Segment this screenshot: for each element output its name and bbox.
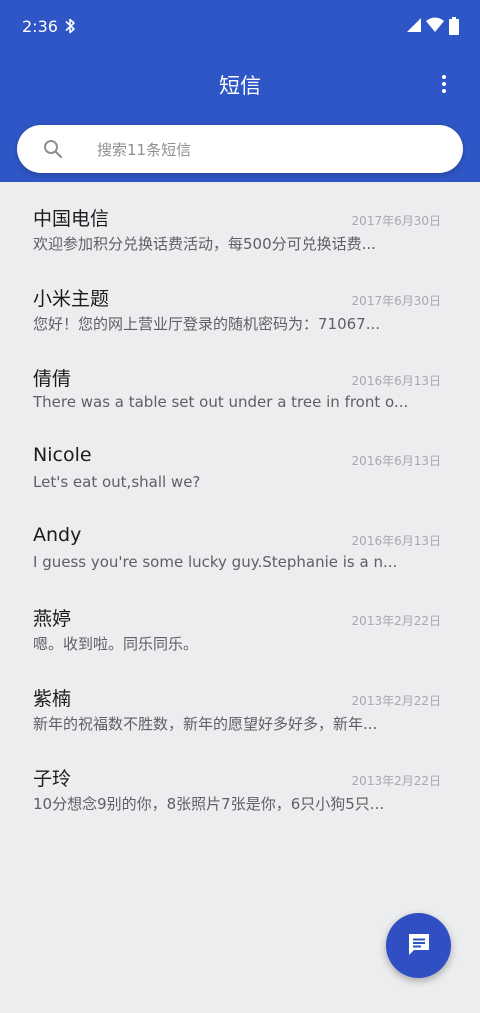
battery-icon: [449, 17, 459, 35]
contact-name: 紫楠: [33, 688, 72, 710]
message-date: 2016年6月13日: [351, 454, 441, 468]
message-date: 2013年2月22日: [351, 774, 441, 788]
message-preview: 您好！您的网上营业厅登录的随机密码为：71067...: [33, 315, 381, 333]
contact-name: 中国电信: [33, 208, 110, 230]
status-time: 2:36: [22, 17, 58, 36]
page-title: 短信: [219, 74, 261, 98]
message-preview: 10分想念9别的你，8张照片7张是你，6只小狗5只...: [33, 795, 385, 813]
message-date: 2017年6月30日: [351, 294, 441, 308]
compose-message-button[interactable]: [386, 913, 451, 978]
contact-name: 子玲: [33, 768, 72, 790]
message-date: 2013年2月22日: [351, 694, 441, 708]
message-date: 2017年6月30日: [351, 214, 441, 228]
message-preview: I guess you're some lucky guy.Stephanie …: [33, 553, 398, 571]
signal-icon: [407, 18, 421, 32]
contact-name: 燕婷: [33, 608, 72, 630]
message-preview: There was a table set out under a tree i…: [33, 393, 409, 411]
message-preview: 嗯。收到啦。同乐同乐。: [33, 635, 199, 653]
more-vert-icon[interactable]: [434, 70, 454, 98]
contact-name: 小米主题: [33, 288, 110, 310]
compose-message-icon: [406, 931, 432, 961]
wifi-icon: [426, 17, 444, 32]
conversation-row[interactable]: Andy 2016年6月13日 I guess you're some luck…: [0, 512, 480, 592]
status-bar: 2:36: [0, 0, 480, 52]
search-icon: [43, 139, 63, 159]
app-header: 2:36 短信 搜索11条短信: [0, 0, 480, 182]
conversation-row[interactable]: 中国电信 2017年6月30日 欢迎参加积分兑换话费活动，每500分可兑换话费.…: [0, 192, 480, 272]
contact-name: Andy: [33, 524, 82, 546]
conversation-row[interactable]: 小米主题 2017年6月30日 您好！您的网上营业厅登录的随机密码为：71067…: [0, 272, 480, 352]
contact-name: Nicole: [33, 444, 92, 466]
conversation-list: 中国电信 2017年6月30日 欢迎参加积分兑换话费活动，每500分可兑换话费.…: [0, 192, 480, 832]
conversation-row[interactable]: 燕婷 2013年2月22日 嗯。收到啦。同乐同乐。: [0, 592, 480, 672]
status-icons: [406, 17, 462, 35]
message-preview: 欢迎参加积分兑换话费活动，每500分可兑换话费...: [33, 235, 376, 253]
conversation-row[interactable]: 紫楠 2013年2月22日 新年的祝福数不胜数，新年的愿望好多好多，新年...: [0, 672, 480, 752]
conversation-row[interactable]: 倩倩 2016年6月13日 There was a table set out …: [0, 352, 480, 432]
bluetooth-icon: [64, 17, 76, 35]
message-preview: 新年的祝福数不胜数，新年的愿望好多好多，新年...: [33, 715, 378, 733]
search-input[interactable]: 搜索11条短信: [17, 125, 463, 173]
message-date: 2013年2月22日: [351, 614, 441, 628]
message-date: 2016年6月13日: [351, 374, 441, 388]
conversation-row[interactable]: Nicole 2016年6月13日 Let's eat out,shall we…: [0, 432, 480, 512]
search-placeholder: 搜索11条短信: [97, 141, 192, 159]
message-preview: Let's eat out,shall we?: [33, 473, 201, 491]
message-date: 2016年6月13日: [351, 534, 441, 548]
conversation-row[interactable]: 子玲 2013年2月22日 10分想念9别的你，8张照片7张是你，6只小狗5只.…: [0, 752, 480, 832]
contact-name: 倩倩: [33, 368, 72, 390]
